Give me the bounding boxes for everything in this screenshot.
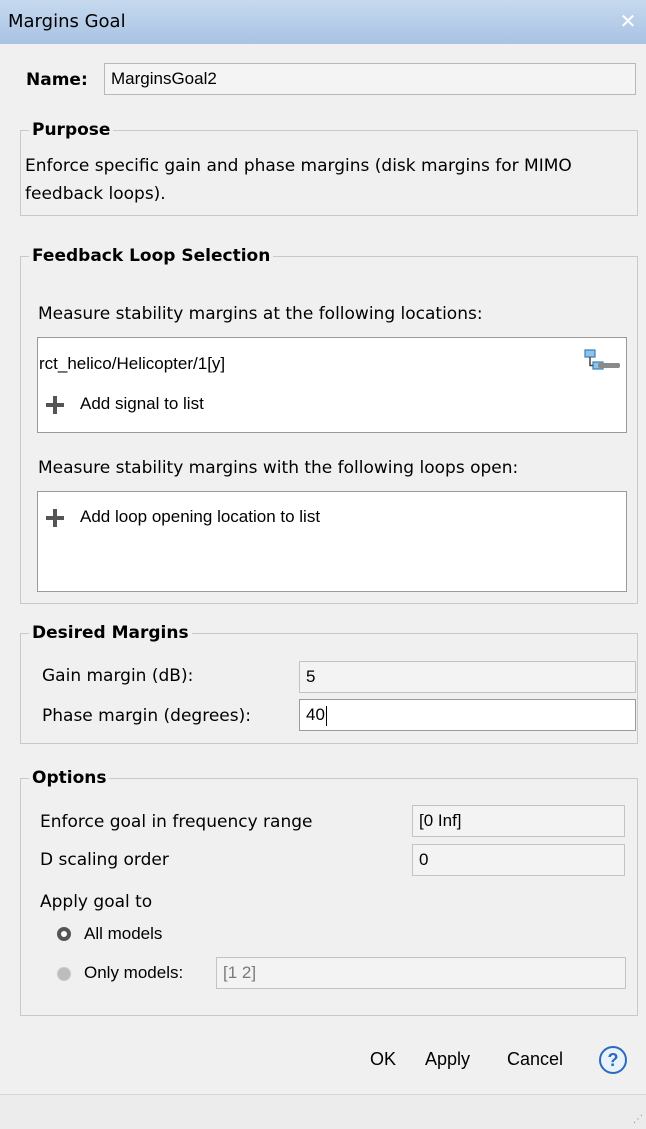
phase-margin-field[interactable]: 40 xyxy=(299,699,636,731)
cancel-button[interactable]: Cancel xyxy=(507,1049,563,1070)
close-icon[interactable]: ✕ xyxy=(616,9,640,33)
only-models-field[interactable]: [1 2] xyxy=(216,957,626,989)
apply-button[interactable]: Apply xyxy=(425,1049,470,1070)
window-title: Margins Goal xyxy=(8,11,126,32)
apply-goal-label: Apply goal to xyxy=(40,892,153,912)
locations-list[interactable]: rct_helico/Helicopter/1[y] Add signal to… xyxy=(37,337,627,433)
locations-label: Measure stability margins at the followi… xyxy=(38,304,483,324)
phase-margin-label: Phase margin (degrees): xyxy=(42,706,251,726)
text-caret xyxy=(325,705,327,726)
plus-icon[interactable] xyxy=(46,396,64,414)
only-models-label[interactable]: Only models: xyxy=(84,963,183,983)
status-bar: ⋰ xyxy=(0,1094,646,1129)
name-label: Name: xyxy=(26,70,88,90)
only-models-radio[interactable] xyxy=(57,967,71,981)
plus-icon[interactable] xyxy=(46,509,64,527)
signal-highlight-icon[interactable] xyxy=(582,348,606,372)
minus-icon[interactable] xyxy=(598,363,620,368)
phase-margin-value: 40 xyxy=(306,705,325,724)
help-icon[interactable]: ? xyxy=(599,1046,627,1074)
openings-label: Measure stability margins with the follo… xyxy=(38,458,519,478)
title-bar: Margins Goal ✕ xyxy=(0,0,646,44)
purpose-legend: Purpose xyxy=(32,120,111,140)
name-input[interactable]: MarginsGoal2 xyxy=(104,63,636,95)
feedback-legend: Feedback Loop Selection xyxy=(32,246,271,266)
all-models-label[interactable]: All models xyxy=(84,924,162,944)
purpose-text: Enforce specific gain and phase margins … xyxy=(25,156,572,204)
resize-grip-icon[interactable]: ⋰ xyxy=(633,1114,643,1125)
add-opening-link[interactable]: Add loop opening location to list xyxy=(80,507,320,527)
options-legend: Options xyxy=(32,768,107,788)
openings-list[interactable]: Add loop opening location to list xyxy=(37,491,627,592)
add-signal-link[interactable]: Add signal to list xyxy=(80,394,204,414)
d-scaling-field[interactable]: 0 xyxy=(412,844,625,876)
frequency-range-field[interactable]: [0 Inf] xyxy=(412,805,625,837)
desired-legend: Desired Margins xyxy=(32,623,189,643)
frequency-range-label: Enforce goal in frequency range xyxy=(40,812,313,832)
purpose-group: Purpose Enforce specific gain and phase … xyxy=(20,120,638,216)
gain-margin-label: Gain margin (dB): xyxy=(42,666,194,686)
d-scaling-label: D scaling order xyxy=(40,850,169,870)
ok-button[interactable]: OK xyxy=(370,1049,396,1070)
all-models-radio[interactable] xyxy=(57,927,71,941)
gain-margin-field[interactable]: 5 xyxy=(299,661,636,693)
list-item[interactable]: rct_helico/Helicopter/1[y] xyxy=(39,354,225,374)
